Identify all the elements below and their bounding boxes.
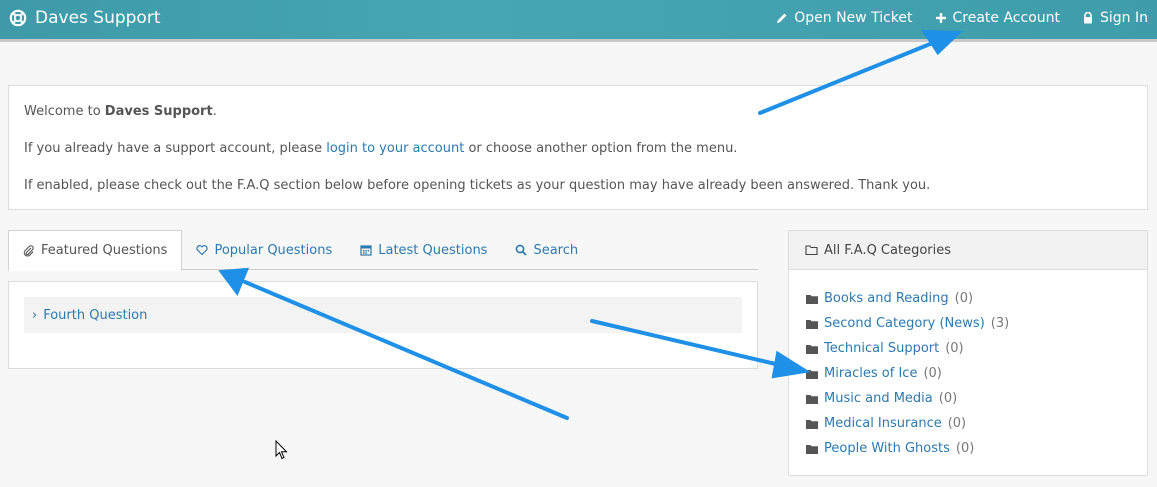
plus-icon xyxy=(935,13,946,23)
nav-open-new-ticket[interactable]: Open New Ticket xyxy=(776,10,913,26)
category-count: (3) xyxy=(990,316,1010,331)
tab-popular-questions[interactable]: Popular Questions xyxy=(182,230,346,270)
search-icon xyxy=(516,244,528,256)
mouse-cursor-icon xyxy=(275,440,288,460)
nav-label: Open New Ticket xyxy=(794,10,913,26)
category-item: Music and Media (0) xyxy=(806,386,1147,411)
heart-icon xyxy=(196,245,209,256)
category-count: (0) xyxy=(945,341,964,356)
category-item: Miracles of Ice (0) xyxy=(806,361,1147,386)
category-link[interactable]: Books and Reading xyxy=(824,291,949,306)
category-link[interactable]: Technical Support xyxy=(824,341,939,356)
folder-open-icon xyxy=(805,245,818,256)
lock-icon xyxy=(1084,12,1092,24)
nav-sign-in[interactable]: Sign In xyxy=(1082,10,1148,26)
folder-icon xyxy=(806,394,818,404)
folder-icon xyxy=(806,369,818,379)
login-link[interactable]: login to your account xyxy=(326,141,464,156)
category-count: (0) xyxy=(947,416,967,431)
faq-categories-panel: All F.A.Q Categories Books and Reading (… xyxy=(788,230,1148,476)
tab-latest-questions[interactable]: Latest Questions xyxy=(346,230,501,270)
faq-notice: If enabled, please check out the F.A.Q s… xyxy=(24,178,931,193)
lifebuoy-icon xyxy=(9,9,27,27)
category-link[interactable]: Miracles of Ice xyxy=(824,366,917,381)
chevron-right-icon: › xyxy=(32,307,38,323)
login-text: or choose another option from the menu. xyxy=(464,141,738,156)
category-item: Medical Insurance (0) xyxy=(806,411,1147,436)
tab-label: Featured Questions xyxy=(41,243,168,258)
welcome-text: Welcome to xyxy=(24,104,105,119)
site-name: Daves Support xyxy=(104,104,213,119)
paperclip-icon xyxy=(23,244,34,257)
top-navbar: Daves Support Open New Ticket Create Acc… xyxy=(0,0,1157,42)
question-item[interactable]: › Fourth Question xyxy=(24,297,742,333)
top-nav: Open New Ticket Create Account Sign In xyxy=(776,10,1148,26)
category-count: (0) xyxy=(923,366,942,381)
nav-create-account[interactable]: Create Account xyxy=(935,10,1061,26)
folder-icon xyxy=(806,444,818,454)
nav-label: Sign In xyxy=(1100,10,1148,26)
category-item: People With Ghosts (0) xyxy=(806,436,1147,461)
category-list: Books and Reading (0) Second Category (N… xyxy=(789,270,1147,461)
category-count: (0) xyxy=(955,441,975,456)
featured-questions-panel: › Fourth Question xyxy=(8,281,758,369)
tab-label: Popular Questions xyxy=(214,242,333,258)
welcome-text: . xyxy=(212,104,217,119)
category-item: Technical Support (0) xyxy=(806,336,1147,361)
pencil-icon xyxy=(777,13,787,23)
welcome-line: Welcome to Daves Support. xyxy=(24,102,1132,121)
tab-label: Search xyxy=(533,242,579,258)
tab-label: Latest Questions xyxy=(378,242,488,258)
categories-header: All F.A.Q Categories xyxy=(789,231,1147,270)
calendar-icon xyxy=(360,245,372,256)
welcome-panel: Welcome to Daves Support. If you already… xyxy=(8,85,1148,210)
folder-icon xyxy=(806,294,818,304)
category-link[interactable]: Second Category (News) xyxy=(824,316,985,331)
brand[interactable]: Daves Support xyxy=(9,8,161,28)
category-count: (0) xyxy=(938,391,958,406)
login-text: If you already have a support account, p… xyxy=(24,141,327,156)
tab-search[interactable]: Search xyxy=(501,230,592,270)
folder-icon xyxy=(806,344,818,354)
category-count: (0) xyxy=(954,291,974,306)
categories-title: All F.A.Q Categories xyxy=(824,242,952,258)
category-item: Second Category (News) (3) xyxy=(806,311,1147,336)
category-link[interactable]: Medical Insurance xyxy=(824,416,942,431)
question-link[interactable]: Fourth Question xyxy=(43,308,147,323)
category-link[interactable]: Music and Media xyxy=(824,391,933,406)
folder-icon xyxy=(806,319,818,329)
folder-icon xyxy=(806,419,818,429)
nav-label: Create Account xyxy=(952,10,1061,26)
category-item: Books and Reading (0) xyxy=(806,286,1147,311)
question-tabs: Featured Questions Popular Questions Lat… xyxy=(8,230,758,271)
tab-featured-questions[interactable]: Featured Questions xyxy=(8,230,183,271)
category-link[interactable]: People With Ghosts xyxy=(824,441,950,456)
login-line: If you already have a support account, p… xyxy=(24,139,1132,158)
brand-title: Daves Support xyxy=(35,8,161,28)
